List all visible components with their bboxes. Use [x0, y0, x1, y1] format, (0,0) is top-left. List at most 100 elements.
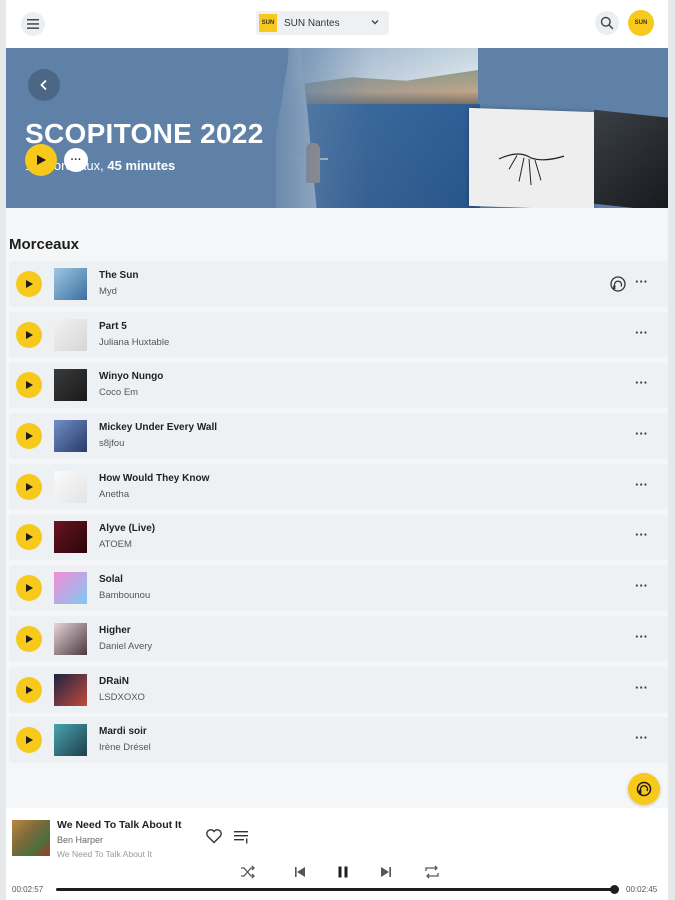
track-title: Alyve (Live) [99, 523, 156, 535]
elapsed-time: 00:02:57 [12, 885, 44, 894]
track-title: How Would They Know [99, 472, 210, 484]
track-row[interactable]: Mardi soir Irène Drésel ··· [9, 717, 668, 764]
track-artist: Anetha [99, 488, 130, 500]
station-selector[interactable]: SUN SUN Nantes [256, 11, 389, 35]
cast-fab-button[interactable] [628, 773, 660, 805]
track-more-button[interactable]: ··· [635, 375, 648, 390]
back-button[interactable] [28, 69, 60, 101]
track-title: Higher [99, 624, 131, 636]
track-row[interactable]: Mickey Under Every Wall s8jfou ··· [9, 413, 668, 460]
track-artist: Daniel Avery [99, 640, 153, 652]
track-title: Part 5 [99, 320, 127, 332]
cast-icon[interactable] [609, 275, 627, 293]
track-artwork [54, 268, 87, 300]
track-more-button[interactable]: ··· [635, 477, 648, 492]
track-row[interactable]: DRaiN LSDXOXO ··· [9, 666, 668, 713]
track-more-button[interactable]: ··· [635, 274, 648, 289]
search-icon [600, 16, 614, 30]
track-play-button[interactable] [16, 271, 42, 297]
next-icon[interactable] [379, 865, 393, 879]
track-play-button[interactable] [16, 524, 42, 551]
track-row[interactable]: The Sun Myd ··· [9, 261, 668, 307]
now-playing-cover [12, 820, 50, 856]
arrow-left-icon [40, 79, 47, 91]
track-row[interactable]: Part 5 Juliana Huxtable ··· [9, 311, 668, 358]
hamburger-icon [27, 19, 39, 29]
track-more-button[interactable]: ··· [635, 680, 648, 695]
track-artwork [54, 420, 87, 453]
now-playing-album: We Need To Talk About It [57, 849, 152, 859]
playlist-duration: 45 minutes [107, 158, 176, 173]
track-row[interactable]: Alyve (Live) ATOEM ··· [9, 514, 668, 561]
progress-slider[interactable] [56, 885, 619, 894]
track-title: Mardi soir [99, 726, 147, 738]
menu-button[interactable] [21, 12, 45, 36]
track-play-button[interactable] [16, 575, 42, 602]
track-artist: Myd [99, 286, 117, 297]
track-row[interactable]: Winyo Nungo Coco Em ··· [9, 362, 668, 409]
queue-icon[interactable] [234, 830, 250, 844]
chevron-down-icon [371, 20, 379, 25]
track-row[interactable]: Solal Bambounou ··· [9, 565, 668, 612]
total-time: 00:02:45 [626, 885, 658, 894]
track-play-button[interactable] [16, 473, 42, 500]
shuffle-icon[interactable] [240, 865, 256, 879]
track-artwork [54, 724, 87, 757]
track-artist: Juliana Huxtable [99, 336, 170, 348]
track-artwork [54, 622, 87, 655]
track-list: The Sun Myd ··· Part 5 Juliana Huxtable … [9, 261, 668, 768]
track-row[interactable]: Higher Daniel Avery ··· [9, 615, 668, 662]
track-more-button[interactable]: ··· [635, 629, 648, 644]
track-artist: ATOEM [99, 539, 132, 551]
play-icon [26, 482, 33, 491]
previous-icon[interactable] [293, 865, 307, 879]
track-more-button[interactable]: ··· [635, 426, 648, 441]
track-title: DRaiN [99, 675, 130, 687]
now-playing-artist: Ben Harper [57, 835, 104, 845]
track-artwork [54, 369, 87, 402]
track-artist: Coco Em [99, 387, 139, 399]
play-icon [26, 634, 33, 643]
track-artwork [54, 470, 87, 503]
track-more-button[interactable]: ··· [635, 578, 648, 593]
track-artist: Bambounou [99, 590, 151, 602]
track-play-button[interactable] [16, 727, 42, 754]
play-icon [26, 584, 33, 593]
track-more-button[interactable]: ··· [635, 527, 648, 542]
track-artist: LSDXOXO [99, 691, 145, 703]
pause-icon[interactable] [336, 865, 350, 879]
repeat-icon[interactable] [424, 865, 440, 879]
track-row[interactable]: How Would They Know Anetha ··· [9, 463, 668, 510]
playback-controls [238, 863, 440, 883]
user-avatar[interactable]: SUN [628, 10, 654, 36]
track-artwork [54, 521, 87, 554]
progress-fill [56, 888, 614, 891]
play-icon [26, 381, 33, 390]
station-logo: SUN [259, 14, 277, 32]
track-play-button[interactable] [16, 625, 42, 652]
track-play-button[interactable] [16, 423, 42, 450]
track-title: The Sun [99, 270, 139, 281]
playlist-more-button[interactable]: ··· [64, 148, 88, 172]
tracks-heading: Morceaux [9, 236, 80, 253]
now-playing-title: We Need To Talk About It [57, 819, 182, 831]
play-icon [26, 280, 33, 288]
search-button[interactable] [595, 11, 619, 35]
track-more-button[interactable]: ··· [635, 730, 648, 745]
track-artist: Irène Drésel [99, 742, 151, 754]
cast-icon [636, 781, 652, 797]
track-play-button[interactable] [16, 372, 42, 399]
play-icon [26, 432, 33, 441]
track-artist: s8jfou [99, 438, 125, 450]
progress-handle[interactable] [610, 885, 619, 894]
track-play-button[interactable] [16, 321, 42, 348]
track-more-button[interactable]: ··· [635, 325, 648, 340]
app-frame: SUN SUN Nantes SUN SCOPITONE 2022 45 min… [6, 0, 668, 900]
track-play-button[interactable] [16, 676, 42, 703]
station-name: SUN Nantes [284, 17, 340, 29]
play-icon [37, 155, 46, 165]
top-bar: SUN SUN Nantes SUN [6, 0, 668, 48]
play-playlist-button[interactable] [25, 144, 57, 176]
heart-icon[interactable] [205, 828, 223, 844]
track-artwork [54, 572, 87, 605]
